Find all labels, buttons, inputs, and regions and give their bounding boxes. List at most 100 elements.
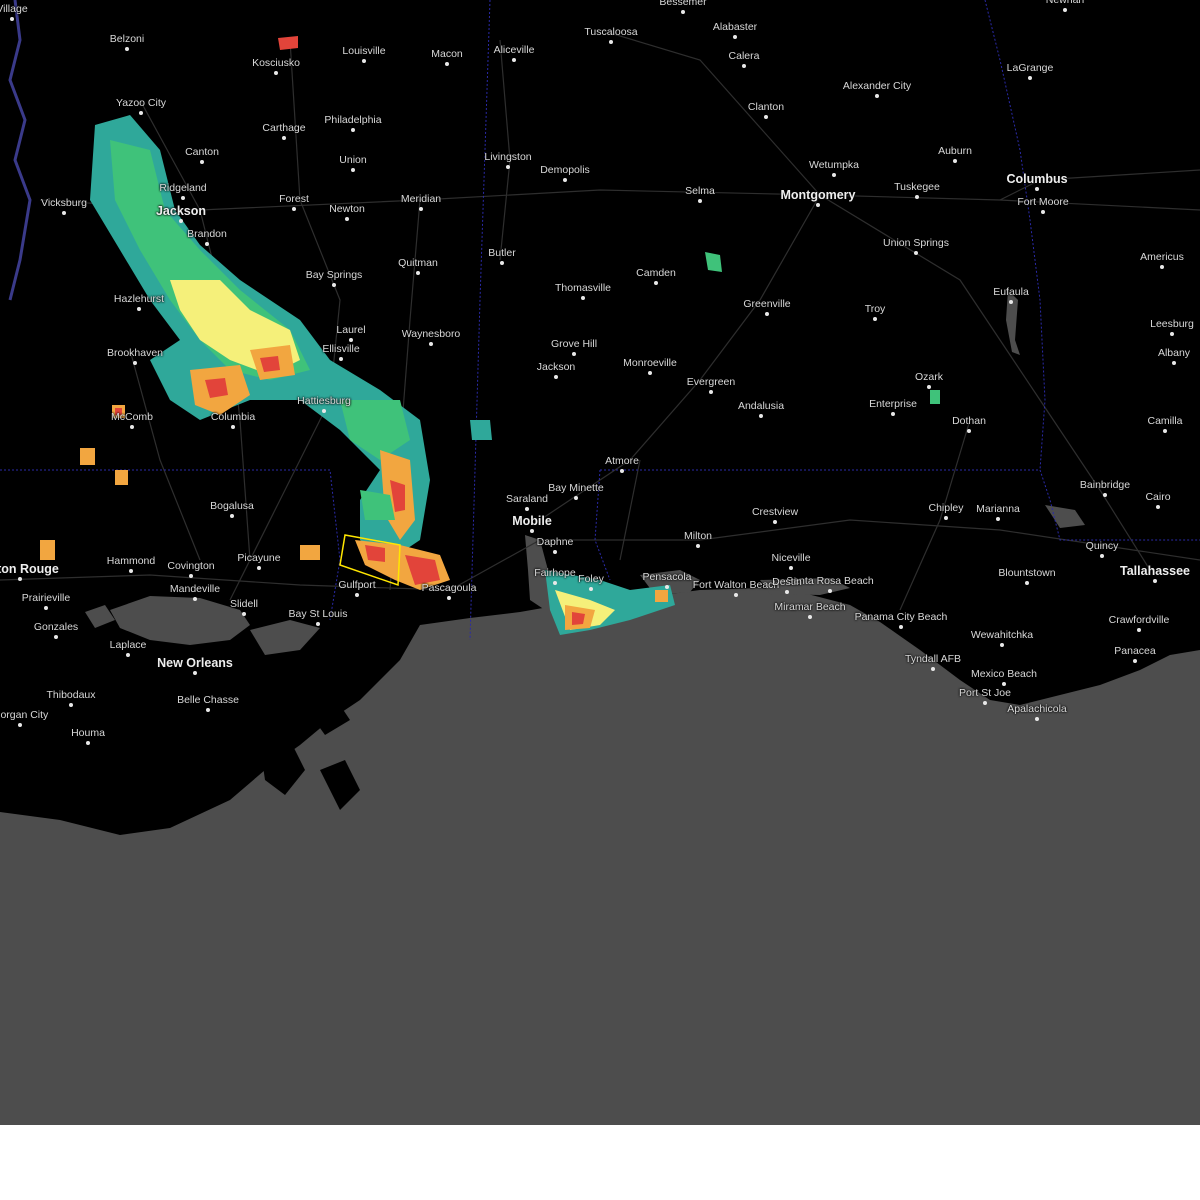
city-label: Columbia [210,410,256,423]
city-marker [996,517,1000,521]
city-marker [789,566,793,570]
city-label: Montgomery [780,187,856,202]
city-label: Newnan [1046,0,1085,5]
city-label: Union [339,153,367,166]
city-label: Greenville [743,297,791,310]
city-marker [1002,682,1006,686]
city-label: Fort Moore [1017,195,1069,208]
city-marker [181,196,185,200]
city-label: Meridian [400,192,442,205]
city-label: Belzoni [109,32,145,45]
city-marker [1172,361,1176,365]
city-marker [322,409,326,413]
radar-returns [40,36,940,635]
city-label: Ellisville [322,342,360,355]
city-marker [1009,300,1013,304]
city-label: Mobile [512,513,552,528]
city-marker [875,94,879,98]
city-label: Jackson [536,360,576,373]
city-label: Niceville [771,551,811,564]
city-label: Brookhaven [106,346,164,359]
city-marker [764,115,768,119]
city-marker [351,128,355,132]
city-marker [828,589,832,593]
city-marker [574,496,578,500]
city-label: Apalachicola [1007,702,1067,715]
city-marker [733,35,737,39]
city-label: Atmore [605,454,639,467]
city-marker [808,615,812,619]
city-label: Alabaster [712,20,758,33]
city-marker [553,581,557,585]
city-label: Marianna [976,502,1020,515]
city-marker [1160,265,1164,269]
city-marker [654,281,658,285]
city-label: Tyndall AFB [904,652,962,665]
city-label: Quitman [398,256,438,269]
city-label: Laurel [336,323,366,336]
city-marker [1156,505,1160,509]
city-label: Louisville [342,44,386,57]
city-marker [292,207,296,211]
city-marker [86,741,90,745]
city-label: Quincy [1085,539,1119,552]
city-label: Camilla [1147,414,1183,427]
radar-map[interactable]: Bessemer Newnan Tuscaloosa Alabaster Belzoni… [0,0,1200,1125]
city-label: Tuscaloosa [584,25,638,38]
city-label: Saraland [505,492,549,505]
city-marker [648,371,652,375]
city-label: Hattiesburg [297,394,351,407]
city-label: Slidell [229,597,259,610]
city-marker [62,211,66,215]
city-label: Hazlehurst [113,292,165,305]
city-marker [332,283,336,287]
city-marker [891,412,895,416]
city-marker [899,625,903,629]
city-marker [1133,659,1137,663]
city-label: Blountstown [998,566,1056,579]
city-marker [274,71,278,75]
city-marker [915,195,919,199]
city-marker [445,62,449,66]
city-label: Tallahassee [1120,563,1190,578]
city-label: Newton [329,202,365,215]
city-label: Waynesboro [401,327,461,340]
city-label: Evergreen [686,375,736,388]
city-marker [914,251,918,255]
city-label: Auburn [938,144,972,157]
city-label: Enterprise [869,397,917,410]
city-label: Covington [167,559,215,572]
city-label: Bay Minette [548,481,604,494]
city-label: New Orleans [157,655,233,670]
city-marker [130,425,134,429]
city-label: Brandon [187,227,227,240]
city-label: Foley [578,572,604,585]
city-marker [193,597,197,601]
city-marker [345,217,349,221]
city-label: Bay Springs [305,268,363,281]
city-label: Butler [488,246,516,259]
city-label: LaGrange [1006,61,1054,74]
city-label: Bay St Louis [288,607,348,620]
city-marker [200,160,204,164]
city-marker [139,111,143,115]
city-marker [193,671,197,675]
city-marker [242,612,246,616]
city-label: Carthage [262,121,306,134]
city-label: Mexico Beach [971,667,1037,680]
city-marker [953,159,957,163]
lake-seminole [1045,505,1085,528]
city-label: Bessemer [659,0,707,8]
city-label: Pensacola [642,570,692,583]
city-marker [355,593,359,597]
footer-blank [0,1125,1200,1200]
city-label: Thomasville [554,281,612,294]
city-label: Bogalusa [210,499,254,512]
city-marker [416,271,420,275]
city-marker [282,136,286,140]
city-label: Macon [431,47,463,60]
city-label: Clanton [747,100,785,113]
city-marker [500,261,504,265]
city-label: Tuskegee [894,180,940,193]
city-marker [696,544,700,548]
